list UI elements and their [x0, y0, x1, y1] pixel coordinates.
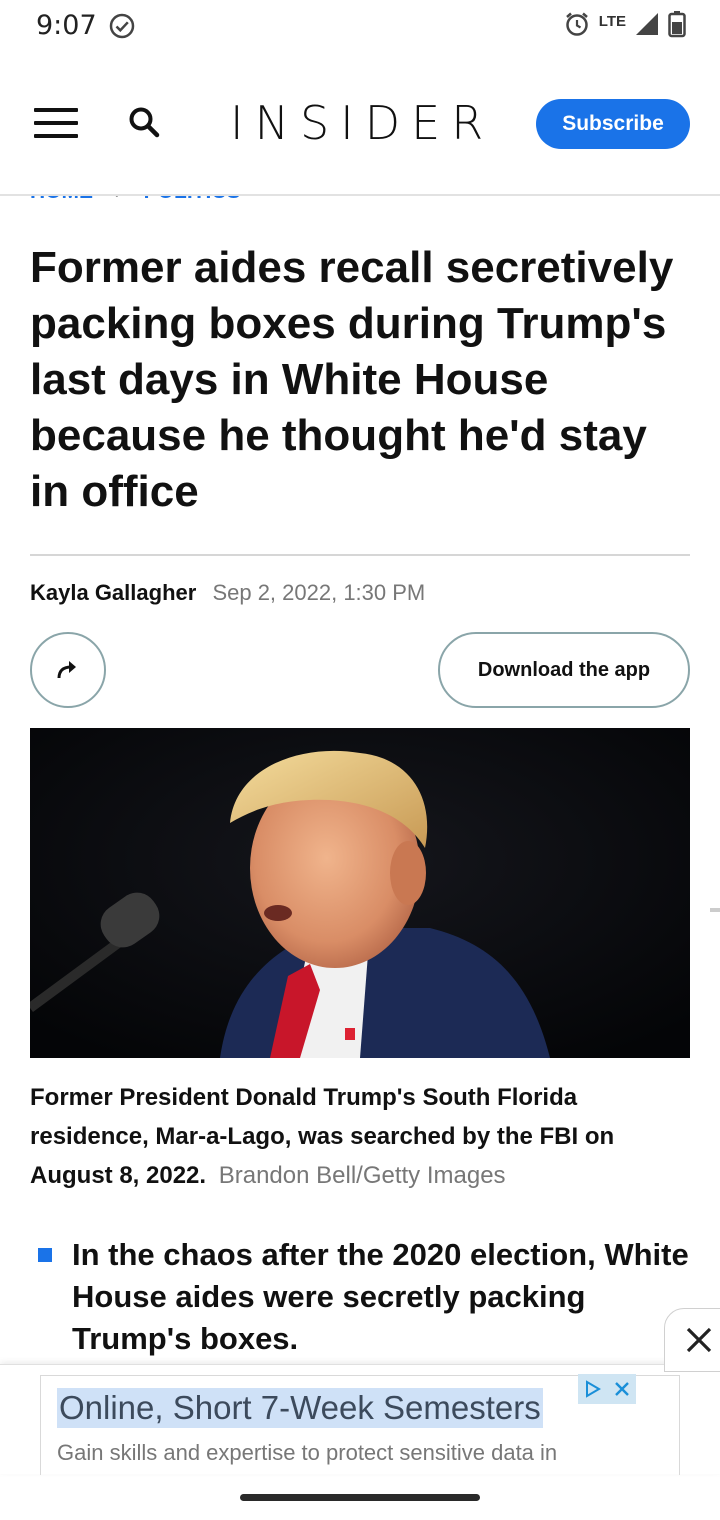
share-arrow-icon [57, 661, 76, 679]
search-icon[interactable] [126, 104, 162, 140]
article-headline: Former aides recall secretively packing … [30, 243, 674, 516]
ad-description[interactable]: Gain skills and expertise to protect sen… [57, 1440, 557, 1466]
divider [30, 554, 690, 556]
status-bar: 9:07 LTE [0, 0, 720, 56]
adchoices-icon[interactable] [578, 1374, 607, 1404]
system-nav-bar [0, 1474, 720, 1520]
author-name[interactable]: Kayla Gallagher [30, 580, 196, 605]
bullet-square-icon [38, 1248, 52, 1262]
photo-caption: Former President Donald Trump's South Fl… [30, 1078, 690, 1195]
close-icon [686, 1327, 712, 1353]
alarm-icon [565, 12, 588, 36]
publish-date: Sep 2, 2022, 1:30 PM [212, 580, 426, 605]
check-circle-icon [109, 13, 135, 39]
menu-icon[interactable] [34, 108, 78, 138]
share-button[interactable] [30, 632, 106, 708]
site-header: INSIDER Subscribe [0, 56, 720, 196]
network-type: LTE [598, 12, 626, 30]
subscribe-button[interactable]: Subscribe [536, 99, 690, 149]
byline: Kayla Gallagher Sep 2, 2022, 1:30 PM [30, 580, 425, 606]
ad-choices[interactable] [578, 1374, 636, 1404]
key-point-text: In the chaos after the 2020 election, Wh… [72, 1237, 689, 1356]
ad-close-button[interactable] [664, 1308, 720, 1372]
status-time: 9:07 [36, 10, 97, 41]
photo-credit: Brandon Bell/Getty Images [218, 1162, 506, 1189]
ad-title[interactable]: Online, Short 7-Week Semesters [57, 1388, 543, 1428]
scroll-indicator [710, 908, 720, 912]
article-photo [30, 728, 690, 1058]
signal-icon [636, 13, 658, 35]
download-app-button[interactable]: Download the app [438, 632, 690, 708]
home-gesture-handle[interactable] [240, 1494, 480, 1501]
site-logo[interactable]: INSIDER [230, 96, 494, 150]
key-point: In the chaos after the 2020 election, Wh… [30, 1234, 690, 1360]
ad-dismiss-icon[interactable] [607, 1374, 636, 1404]
battery-icon [668, 11, 686, 38]
